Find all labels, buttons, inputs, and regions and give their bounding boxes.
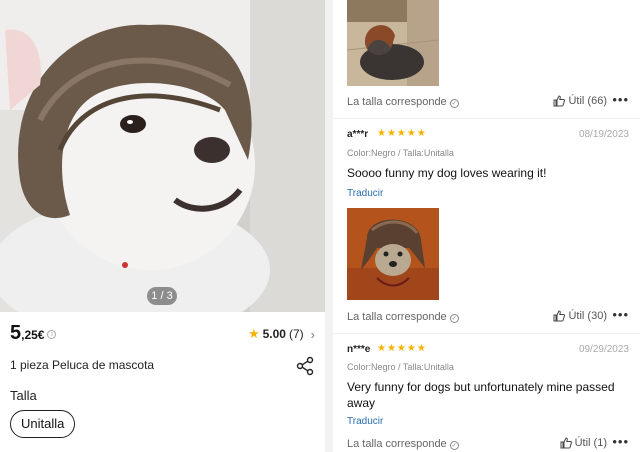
review-footer: La talla corresponde ✓ Útil (1) ••• xyxy=(347,434,629,452)
image-counter: 1 / 3 xyxy=(147,287,177,305)
dog-wig-photo xyxy=(0,0,325,312)
thumbs-up-icon xyxy=(553,95,566,107)
thumbs-up-icon xyxy=(560,437,572,449)
helpful-count: Útil (66) xyxy=(568,95,607,107)
review-text: Soooo funny my dog loves wearing it! xyxy=(347,166,547,180)
size-label: Talla xyxy=(10,388,37,403)
more-options-button[interactable]: ••• xyxy=(612,434,629,449)
product-image[interactable]: 1 / 3 xyxy=(0,0,325,312)
star-rating: ★★★★★ xyxy=(377,128,427,139)
review-photo-image xyxy=(347,208,439,300)
check-circle-icon: ✓ xyxy=(449,441,459,450)
helpful-button[interactable]: Útil (66) xyxy=(553,95,607,107)
share-icon[interactable] xyxy=(295,356,315,376)
fit-indicator: La talla corresponde ✓ xyxy=(347,311,459,323)
review-date: 08/19/2023 xyxy=(578,129,629,140)
review-separator xyxy=(333,333,640,334)
review-photo[interactable] xyxy=(347,208,439,300)
fit-indicator: La talla corresponde ✓ xyxy=(347,438,459,450)
product-title-row: 1 pieza Peluca de mascota xyxy=(10,356,315,376)
review-header: a***r ★★★★★ 08/19/2023 xyxy=(347,128,629,143)
review-footer: La talla corresponde ✓ Útil (30) ••• xyxy=(347,307,629,327)
product-title: 1 pieza Peluca de mascota xyxy=(10,358,155,372)
fit-text: La talla corresponde xyxy=(347,96,447,108)
review-text: Very funny for dogs but unfortunately mi… xyxy=(347,380,615,410)
translate-link[interactable]: Traducir xyxy=(347,416,383,427)
check-circle-icon: ✓ xyxy=(449,314,459,323)
fit-indicator: La talla corresponde ✓ xyxy=(347,96,459,108)
translate-link[interactable]: Traducir xyxy=(347,188,383,199)
info-icon[interactable]: i xyxy=(47,330,57,339)
helpful-count: Útil (30) xyxy=(568,310,607,322)
rating-score: 5.00 xyxy=(262,327,286,341)
star-rating: ★★★★★ xyxy=(377,343,427,354)
price-row: 5,25€ i ★ 5.00 (7) › xyxy=(10,322,315,348)
reviewer-name: n***e xyxy=(347,344,371,355)
thumbs-up-icon xyxy=(553,310,566,322)
chevron-right-icon: › xyxy=(310,326,315,342)
size-option-button[interactable]: Unitalla xyxy=(10,410,76,438)
price-decimal: ,25€ xyxy=(21,328,45,342)
check-circle-icon: ✓ xyxy=(449,99,459,108)
review-variant: Color:Negro / Talla:Unitalla xyxy=(347,148,454,158)
reviewer-name: a***r xyxy=(347,129,369,140)
review-photo-image xyxy=(347,0,439,86)
review-date: 09/29/2023 xyxy=(578,344,629,355)
pane-divider xyxy=(325,0,333,452)
review-separator xyxy=(333,118,640,119)
more-options-button[interactable]: ••• xyxy=(612,307,629,322)
fit-text: La talla corresponde xyxy=(347,311,447,323)
review-photo[interactable] xyxy=(347,0,439,86)
helpful-button[interactable]: Útil (30) xyxy=(553,310,607,322)
price-integer: 5 xyxy=(10,322,22,344)
more-options-button[interactable]: ••• xyxy=(612,92,629,107)
reviews-panel: La talla corresponde ✓ Útil (66) ••• a***… xyxy=(333,0,640,452)
product-panel: 1 / 3 5,25€ i ★ 5.00 (7) › 1 pieza Peluca… xyxy=(0,0,325,452)
rating-summary-link[interactable]: ★ 5.00 (7) › xyxy=(248,326,315,342)
fit-text: La talla corresponde xyxy=(347,438,447,450)
star-icon: ★ xyxy=(247,326,260,341)
review-variant: Color:Negro / Talla:Unitalla xyxy=(347,362,454,372)
review-header: n***e ★★★★★ 09/29/2023 xyxy=(347,343,629,358)
helpful-count: Útil (1) xyxy=(574,437,607,449)
rating-count: (7) xyxy=(288,327,304,341)
helpful-button[interactable]: Útil (1) xyxy=(560,437,607,449)
review-footer: La talla corresponde ✓ Útil (66) ••• xyxy=(347,92,629,112)
